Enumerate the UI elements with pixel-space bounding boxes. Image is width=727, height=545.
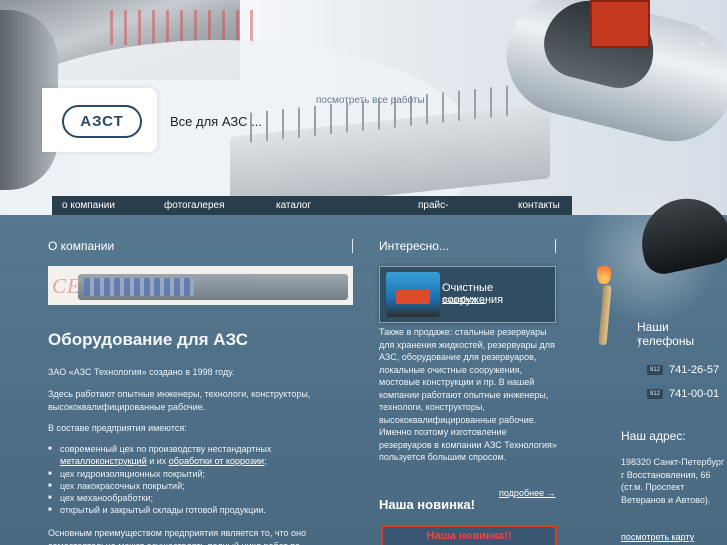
promo-more-link[interactable]: подробнее → bbox=[442, 297, 486, 304]
logo-text: АЗСТ bbox=[80, 113, 124, 130]
divider bbox=[555, 239, 556, 253]
slogan: Все для АЗС ... bbox=[170, 114, 262, 129]
phone-code: 812 bbox=[647, 365, 664, 375]
phone-number: 741-00-01 bbox=[669, 388, 720, 400]
divider bbox=[352, 239, 353, 253]
logo[interactable]: АЗСТ bbox=[42, 88, 157, 152]
phone-code: 812 bbox=[647, 389, 664, 399]
interesting-section-title: Интересно... bbox=[379, 239, 449, 253]
list-item: цех механообработки; bbox=[48, 492, 153, 504]
list-item-text: современный цех по производству нестанда… bbox=[60, 444, 272, 454]
nav-item-about[interactable]: о компании bbox=[52, 196, 126, 215]
about-section-title: О компании bbox=[48, 239, 115, 253]
logo-oval: АЗСТ bbox=[62, 105, 142, 138]
address-text: 198320 Санкт-Петербург г Восстановления,… bbox=[621, 457, 725, 505]
about-paragraph-1: ЗАО «АЗС Технология» создано в 1998 году… bbox=[48, 367, 235, 377]
view-map-link[interactable]: посмотреть карту bbox=[621, 532, 694, 542]
list-item-text: ; bbox=[264, 456, 267, 466]
novelty-banner[interactable]: Наша новинка!! bbox=[381, 525, 557, 545]
banner-text: СЕ bbox=[52, 274, 81, 298]
banner-equipment-image bbox=[78, 274, 348, 300]
list-item: современный цех по производству нестанда… bbox=[48, 443, 300, 467]
home-icon[interactable]: ⌂ bbox=[698, 9, 708, 19]
list-item-text: и их bbox=[146, 456, 169, 466]
also-for-sale-text: Также в продаже: стальные резервуары для… bbox=[379, 327, 557, 462]
more-link[interactable]: подробнее → bbox=[499, 488, 556, 498]
about-paragraph-3: В составе предприятия имеются: bbox=[48, 423, 187, 433]
list-item: открытый и закрытый склады готовой проду… bbox=[48, 504, 266, 516]
nav-item-catalog[interactable]: каталог продукции bbox=[230, 196, 368, 230]
phones-colon: : bbox=[637, 336, 641, 350]
corrosion-treatment-link[interactable]: обработки от коррозии bbox=[169, 456, 264, 466]
treatment-facility-image bbox=[386, 272, 440, 317]
mail-icon[interactable]: ✉ bbox=[698, 24, 708, 34]
metal-structures-link[interactable]: металлоконструкций bbox=[60, 456, 147, 466]
about-paragraph-2: Здесь работают опытные инженеры, техноло… bbox=[48, 389, 311, 412]
novelty-banner-text: Наша новинка!! bbox=[426, 530, 512, 542]
header-red-unit-image bbox=[590, 0, 650, 48]
about-banner[interactable]: СЕ bbox=[48, 266, 353, 305]
address-title: Наш адрес: bbox=[621, 429, 686, 443]
about-paragraph-4: Основным преимуществом предприятия являе… bbox=[48, 528, 307, 545]
main-nav: о компании фотогалерея каталог продукции… bbox=[52, 196, 572, 230]
phone-number: 741-26-57 bbox=[669, 364, 720, 376]
nav-item-gallery[interactable]: фотогалерея bbox=[126, 196, 230, 215]
sitemap-icon[interactable]: ≡ bbox=[698, 39, 708, 49]
phones-title: Наши телефоны bbox=[637, 320, 695, 348]
phone-row: 812 741-26-57 bbox=[647, 364, 719, 376]
flame-icon bbox=[597, 260, 611, 284]
all-works-link[interactable]: посмотреть все работы bbox=[316, 95, 425, 106]
list-item: цех лакокрасочных покрытий; bbox=[48, 480, 185, 492]
nav-item-contacts[interactable]: контакты bbox=[468, 196, 568, 215]
welding-image bbox=[560, 175, 727, 346]
promo-card[interactable]: Очистные сооружения подробнее → bbox=[379, 266, 556, 323]
novelty-title: Наша новинка! bbox=[379, 497, 475, 512]
header-icons: ⌂ ✉ ≡ bbox=[698, 9, 708, 49]
list-item: цех гидроизоляционных покрытий; bbox=[48, 468, 205, 480]
nav-item-pricelist[interactable]: прайс-лист bbox=[368, 196, 468, 230]
page-title: Оборудование для АЗС bbox=[48, 330, 249, 349]
phone-row: 812 741-00-01 bbox=[647, 388, 719, 400]
